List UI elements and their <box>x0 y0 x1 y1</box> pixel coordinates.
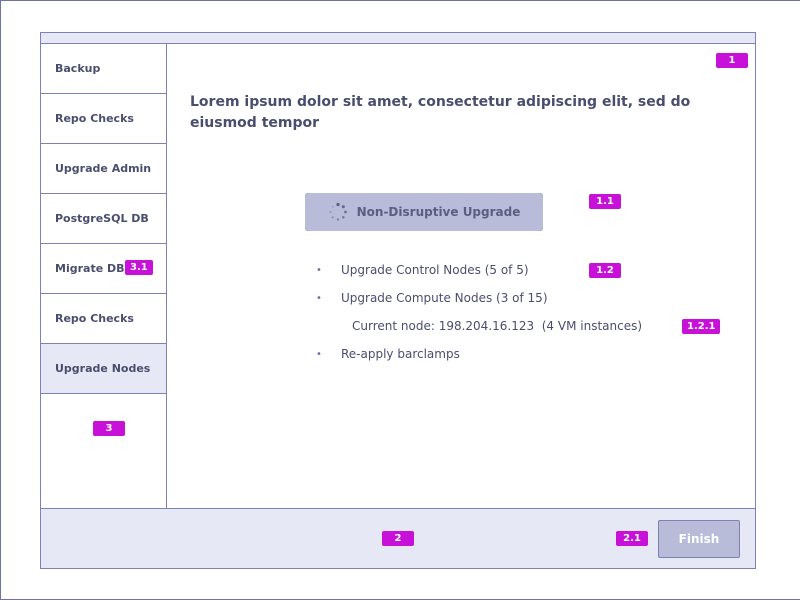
sidebar-item-label: PostgreSQL DB <box>55 212 149 225</box>
wizard-window: Backup Repo Checks Upgrade Admin Postgre… <box>40 32 756 569</box>
list-bullet: • <box>316 349 322 360</box>
sidebar-item-label: Repo Checks <box>55 312 134 325</box>
step-reapply-barclamps: Re-apply barclamps <box>341 347 460 361</box>
page-headline: Lorem ipsum dolor sit amet, consectetur … <box>190 94 691 131</box>
annotation-badge-1-2: 1.2 <box>589 263 621 278</box>
wizard-footer: 2 2.1 Finish <box>41 508 755 568</box>
current-node-info: Current node: 198.204.16.123 (4 VM insta… <box>352 319 643 333</box>
sidebar-item-upgrade-admin[interactable]: Upgrade Admin <box>41 144 166 194</box>
sidebar-item-label: Repo Checks <box>55 112 134 125</box>
non-disruptive-upgrade-button[interactable]: Non-Disruptive Upgrade <box>305 193 543 231</box>
finish-button[interactable]: Finish <box>658 520 740 558</box>
list-bullet: • <box>316 293 322 304</box>
sidebar-item-label: Backup <box>55 62 101 75</box>
annotation-badge-2: 2 <box>382 531 414 546</box>
step-upgrade-compute-nodes: Upgrade Compute Nodes (3 of 15) <box>341 291 548 305</box>
sidebar-item-label: Upgrade Nodes <box>55 362 151 375</box>
upgrade-button-label: Non-Disruptive Upgrade <box>356 205 521 219</box>
list-bullet: • <box>316 265 322 276</box>
sidebar-item-repo-checks[interactable]: Repo Checks <box>41 94 166 144</box>
annotation-badge-1-2-1: 1.2.1 <box>682 319 721 334</box>
annotation-badge-1-1: 1.1 <box>589 194 621 209</box>
sidebar-item-postgresql-db[interactable]: PostgreSQL DB <box>41 194 166 244</box>
sidebar-item-label: Upgrade Admin <box>55 162 152 175</box>
main-content: 1 Lorem ipsum dolor sit amet, consectetu… <box>168 44 755 508</box>
sidebar-item-repo-checks-2[interactable]: Repo Checks <box>41 294 166 344</box>
sidebar-item-migrate-db[interactable]: Migrate DB 3.1 <box>41 244 166 294</box>
step-upgrade-control-nodes: Upgrade Control Nodes (5 of 5) <box>341 263 529 277</box>
annotation-badge-2-1: 2.1 <box>616 531 648 546</box>
window-top-bar <box>41 33 755 44</box>
sidebar-item-label: Migrate DB <box>55 262 125 275</box>
step-sidebar: Backup Repo Checks Upgrade Admin Postgre… <box>41 44 167 508</box>
sidebar-item-backup[interactable]: Backup <box>41 44 166 94</box>
annotation-badge-3-1: 3.1 <box>125 260 153 275</box>
spinner-icon <box>329 202 347 221</box>
sidebar-item-upgrade-nodes[interactable]: Upgrade Nodes <box>41 344 166 394</box>
annotation-badge-1: 1 <box>716 53 748 68</box>
annotation-badge-3: 3 <box>93 421 125 436</box>
